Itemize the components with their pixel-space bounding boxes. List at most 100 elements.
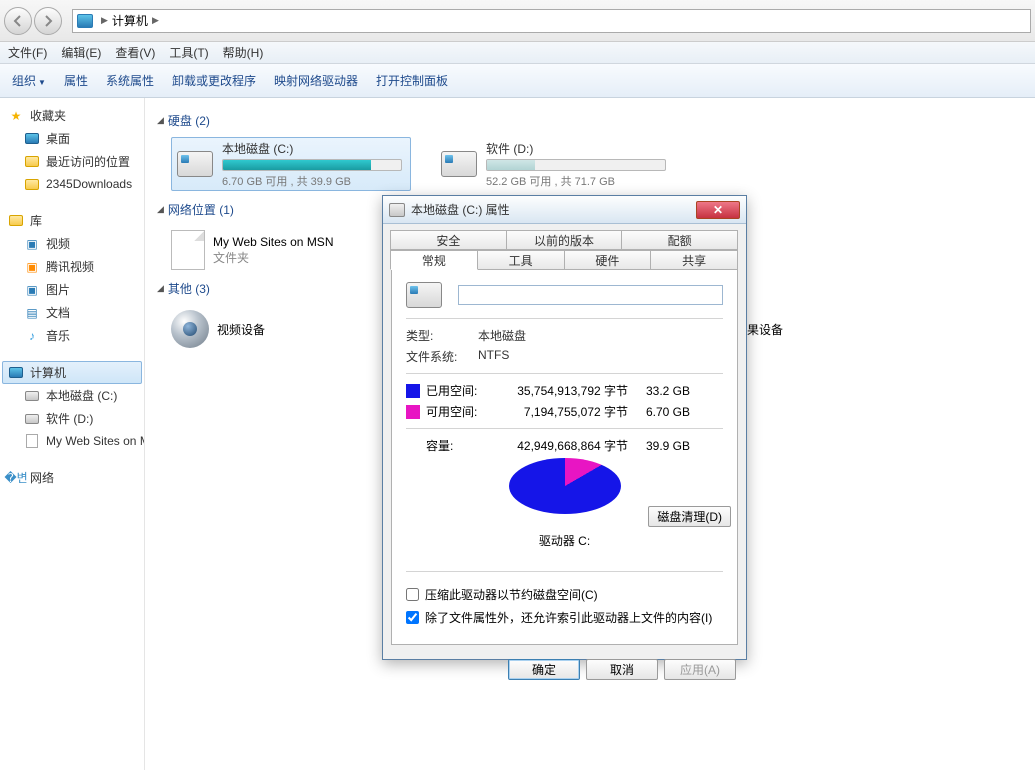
camera-icon <box>171 310 209 348</box>
tree-documents[interactable]: ▤文档 <box>2 301 142 324</box>
drive-icon <box>25 414 39 424</box>
ok-button[interactable]: 确定 <box>508 659 580 680</box>
tab-sharing[interactable]: 共享 <box>650 250 738 270</box>
toolbar-organize[interactable]: 组织▼ <box>12 72 46 89</box>
toolbar-properties[interactable]: 属性 <box>64 72 88 89</box>
netloc-name: My Web Sites on MSN <box>213 235 333 249</box>
tree-drive-c[interactable]: 本地磁盘 (C:) <box>2 384 142 407</box>
index-checkbox-row[interactable]: 除了文件属性外，还允许索引此驱动器上文件的内容(I) <box>406 609 723 626</box>
used-color-swatch <box>406 384 420 398</box>
section-hdd[interactable]: ◢硬盘 (2) <box>157 112 1023 129</box>
tree-favorites-root[interactable]: ★收藏夹 <box>2 104 142 127</box>
index-label: 除了文件属性外，还允许索引此驱动器上文件的内容(I) <box>425 609 712 626</box>
triangle-down-icon: ◢ <box>157 283 164 294</box>
tree-libraries-root[interactable]: 库 <box>2 209 142 232</box>
drive-c-sub: 6.70 GB 可用 , 共 39.9 GB <box>222 173 406 189</box>
music-icon: ♪ <box>24 328 40 344</box>
fs-label: 文件系统: <box>406 348 478 365</box>
cancel-button[interactable]: 取消 <box>586 659 658 680</box>
tree-network-root[interactable]: �변网络 <box>2 466 142 489</box>
network-icon: �변 <box>8 470 24 486</box>
apply-button[interactable]: 应用(A) <box>664 659 736 680</box>
menu-help[interactable]: 帮助(H) <box>223 44 264 61</box>
toolbar-mapnet[interactable]: 映射网络驱动器 <box>274 72 358 89</box>
navigation-bar: ▶ 计算机 ▶ <box>0 0 1035 42</box>
tab-general[interactable]: 常规 <box>390 250 478 270</box>
tab-hardware[interactable]: 硬件 <box>564 250 652 270</box>
other-camera-item[interactable]: 视频设备 <box>171 305 391 353</box>
capacity-gb: 39.9 GB <box>628 439 690 453</box>
tab-security[interactable]: 安全 <box>390 230 507 250</box>
netloc-type: 文件夹 <box>213 249 333 266</box>
drive-d-bar <box>486 159 666 171</box>
tree-computer-root[interactable]: 计算机 <box>2 361 142 384</box>
index-checkbox[interactable] <box>406 611 419 624</box>
dialog-titlebar[interactable]: 本地磁盘 (C:) 属性 ✕ <box>383 196 746 224</box>
compress-checkbox[interactable] <box>406 588 419 601</box>
compress-label: 压缩此驱动器以节约磁盘空间(C) <box>425 586 598 603</box>
drive-d-item[interactable]: 软件 (D:) 52.2 GB 可用 , 共 71.7 GB <box>435 137 675 191</box>
tree-drive-d[interactable]: 软件 (D:) <box>2 407 142 430</box>
type-label: 类型: <box>406 327 478 344</box>
free-color-swatch <box>406 405 420 419</box>
tab-quota[interactable]: 配额 <box>621 230 738 250</box>
back-button[interactable] <box>4 7 32 35</box>
folder-icon <box>25 179 39 190</box>
divider <box>406 373 723 374</box>
picture-icon: ▣ <box>24 282 40 298</box>
properties-dialog: 本地磁盘 (C:) 属性 ✕ 安全 以前的版本 配额 常规 工具 硬件 共享 类… <box>382 195 747 660</box>
close-icon: ✕ <box>713 203 723 217</box>
tree-recent[interactable]: 最近访问的位置 <box>2 150 142 173</box>
compress-checkbox-row[interactable]: 压缩此驱动器以节约磁盘空间(C) <box>406 586 723 603</box>
tabs-row-2: 常规 工具 硬件 共享 <box>391 250 738 270</box>
capacity-bytes: 42,949,668,864 字节 <box>492 437 628 454</box>
disk-cleanup-button[interactable]: 磁盘清理(D) <box>648 506 731 527</box>
toolbar-uninstall[interactable]: 卸载或更改程序 <box>172 72 256 89</box>
drive-name-input[interactable] <box>458 285 723 305</box>
free-label: 可用空间: <box>426 403 492 420</box>
tree-downloads[interactable]: 2345Downloads <box>2 173 142 195</box>
file-icon <box>26 434 38 448</box>
menu-tools[interactable]: 工具(T) <box>169 44 208 61</box>
tree-tencent[interactable]: ▣腾讯视频 <box>2 255 142 278</box>
menu-bar: 文件(F) 编辑(E) 查看(V) 工具(T) 帮助(H) <box>0 42 1035 64</box>
drive-c-label: 本地磁盘 (C:) <box>222 140 406 157</box>
drive-icon <box>25 391 39 401</box>
free-gb: 6.70 GB <box>628 405 690 419</box>
toolbar-sysprops[interactable]: 系统属性 <box>106 72 154 89</box>
used-label: 已用空间: <box>426 382 492 399</box>
capacity-label: 容量: <box>426 437 492 454</box>
forward-button[interactable] <box>34 7 62 35</box>
tree-desktop[interactable]: 桌面 <box>2 127 142 150</box>
netloc-item[interactable]: My Web Sites on MSN 文件夹 <box>171 226 391 274</box>
drive-icon <box>406 282 442 308</box>
tree-webdav[interactable]: My Web Sites on MSN <box>2 430 142 452</box>
tree-favorites: ★收藏夹 桌面 最近访问的位置 2345Downloads <box>2 104 142 195</box>
divider <box>406 428 723 429</box>
menu-view[interactable]: 查看(V) <box>115 44 155 61</box>
tab-tools[interactable]: 工具 <box>477 250 565 270</box>
drive-c-item[interactable]: 本地磁盘 (C:) 6.70 GB 可用 , 共 39.9 GB <box>171 137 411 191</box>
breadcrumb-root[interactable]: 计算机 <box>112 12 148 29</box>
tree-videos[interactable]: ▣视频 <box>2 232 142 255</box>
menu-edit[interactable]: 编辑(E) <box>61 44 101 61</box>
breadcrumb-arrow-2[interactable]: ▶ <box>152 15 159 26</box>
tree-pictures[interactable]: ▣图片 <box>2 278 142 301</box>
arrow-left-icon <box>12 15 24 27</box>
tree-music[interactable]: ♪音乐 <box>2 324 142 347</box>
drive-icon <box>177 151 213 177</box>
divider <box>406 318 723 319</box>
toolbar: 组织▼ 属性 系统属性 卸载或更改程序 映射网络驱动器 打开控制面板 <box>0 64 1035 98</box>
computer-icon <box>77 14 93 28</box>
menu-file[interactable]: 文件(F) <box>8 44 47 61</box>
libraries-icon <box>9 215 23 226</box>
toolbar-controlpanel[interactable]: 打开控制面板 <box>376 72 448 89</box>
star-icon: ★ <box>8 108 24 124</box>
desktop-icon <box>25 133 39 144</box>
dialog-title: 本地磁盘 (C:) 属性 <box>411 201 696 218</box>
tab-previous-versions[interactable]: 以前的版本 <box>506 230 623 250</box>
other-apple-item[interactable]: 苹果设备 <box>735 305 955 353</box>
address-bar[interactable]: ▶ 计算机 ▶ <box>72 9 1031 33</box>
used-bytes: 35,754,913,792 字节 <box>492 382 628 399</box>
close-button[interactable]: ✕ <box>696 201 740 219</box>
